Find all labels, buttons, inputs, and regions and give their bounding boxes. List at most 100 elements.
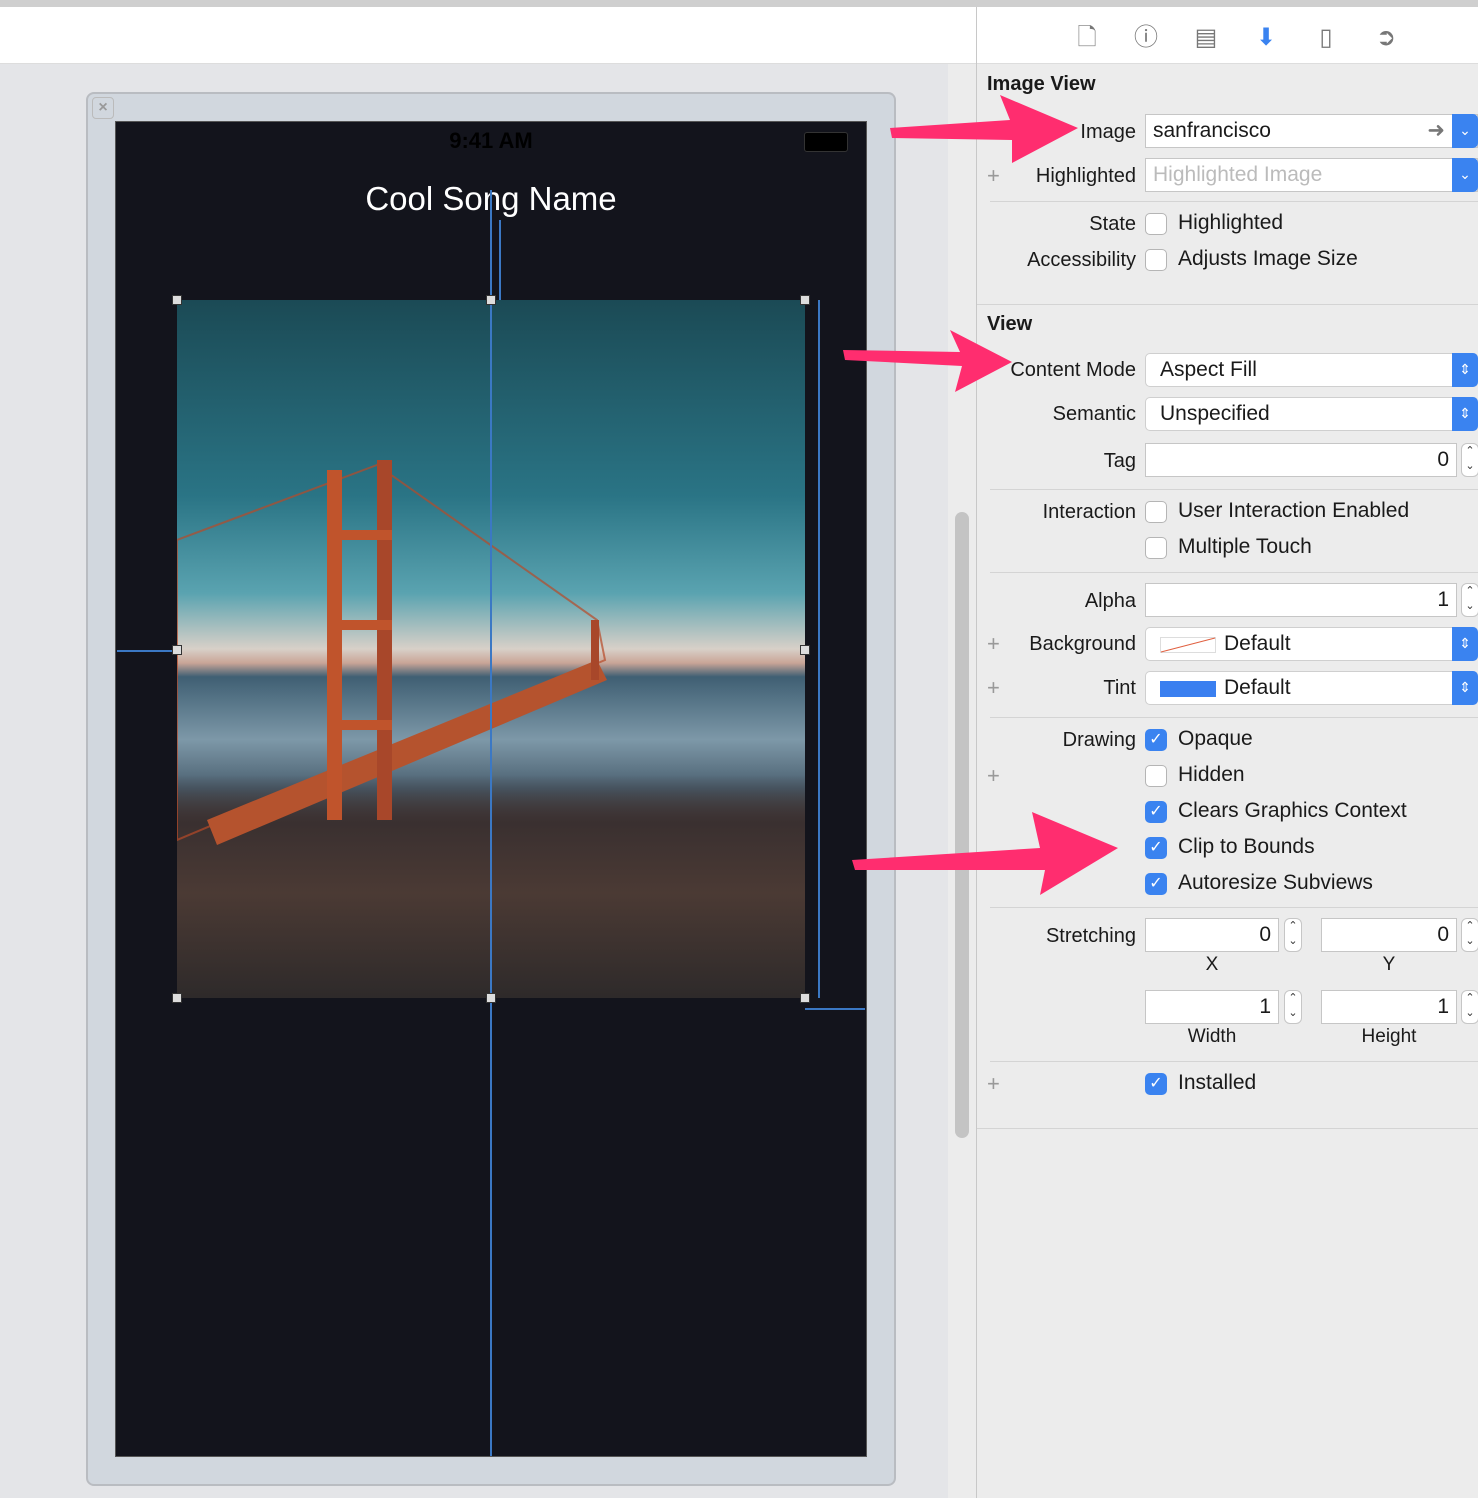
- semantic-value: Unspecified: [1160, 402, 1270, 425]
- hidden-text: Hidden: [1178, 763, 1245, 786]
- autoresize-subviews-text: Autoresize Subviews: [1178, 871, 1373, 894]
- status-bar-time: 9:41 AM: [449, 128, 533, 153]
- y-caption: Y: [1382, 954, 1396, 975]
- section-view: View: [987, 313, 1033, 335]
- divider: [977, 1128, 1478, 1129]
- size-inspector-icon[interactable]: ▯: [1311, 22, 1341, 54]
- highlighted-placeholder: Highlighted Image: [1153, 163, 1323, 186]
- alpha-label: Alpha: [1084, 590, 1136, 612]
- resize-handle[interactable]: [486, 295, 496, 305]
- height-caption: Height: [1361, 1026, 1417, 1047]
- x-caption: X: [1205, 954, 1219, 975]
- stretch-width-field[interactable]: 1: [1145, 990, 1279, 1024]
- go-arrow-icon[interactable]: ➜: [1427, 115, 1445, 147]
- stretch-x-field[interactable]: 0: [1145, 918, 1279, 952]
- user-interaction-text: User Interaction Enabled: [1178, 499, 1410, 522]
- resize-handle[interactable]: [172, 295, 182, 305]
- clip-to-bounds-text: Clip to Bounds: [1178, 835, 1315, 858]
- updown-chevron-icon: ⇕: [1452, 397, 1478, 431]
- user-interaction-checkbox[interactable]: [1145, 501, 1167, 523]
- divider: [990, 572, 1478, 573]
- stretch-width-stepper[interactable]: ⌃ ⌄: [1284, 990, 1302, 1024]
- center-x-guide: [490, 190, 492, 1456]
- clip-to-bounds-checkbox[interactable]: ✓: [1145, 837, 1167, 859]
- divider: [990, 907, 1478, 908]
- opaque-text: Opaque: [1178, 727, 1253, 750]
- state-label: State: [1089, 213, 1136, 235]
- file-inspector-icon[interactable]: 🗋: [1072, 22, 1102, 54]
- divider: [977, 304, 1478, 305]
- stretch-y-field[interactable]: 0: [1321, 918, 1457, 952]
- stretch-height-field[interactable]: 1: [1321, 990, 1457, 1024]
- content-mode-value: Aspect Fill: [1160, 358, 1257, 381]
- highlighted-label: Highlighted: [1035, 165, 1136, 187]
- installed-text: Installed: [1178, 1071, 1257, 1094]
- background-value: Default: [1224, 632, 1291, 655]
- adjusts-image-size-checkbox[interactable]: [1145, 249, 1167, 271]
- top-spacing-constraint[interactable]: [499, 220, 501, 300]
- alpha-field[interactable]: 1: [1145, 583, 1457, 617]
- quick-help-icon[interactable]: ⓘ: [1131, 22, 1161, 54]
- interaction-label: Interaction: [1042, 501, 1136, 523]
- chevron-down-icon[interactable]: ⌄: [1452, 114, 1478, 148]
- identity-inspector-icon[interactable]: ▤: [1191, 22, 1221, 54]
- resize-handle[interactable]: [800, 645, 810, 655]
- background-popup[interactable]: Default ⇕: [1145, 627, 1478, 661]
- width-caption: Width: [1187, 1026, 1237, 1047]
- highlighted-image-combobox[interactable]: Highlighted Image ⌄: [1145, 158, 1478, 192]
- resize-handle[interactable]: [486, 993, 496, 1003]
- attributes-inspector-icon[interactable]: ⬇: [1251, 22, 1281, 54]
- height-constraint[interactable]: [818, 300, 820, 998]
- image-label: Image: [1080, 121, 1136, 143]
- multiple-touch-text: Multiple Touch: [1178, 535, 1312, 558]
- battery-icon: [804, 132, 848, 152]
- semantic-label: Semantic: [1052, 403, 1136, 425]
- chevron-down-icon[interactable]: ⌄: [1452, 158, 1478, 192]
- resize-handle[interactable]: [172, 645, 182, 655]
- updown-chevron-icon: ⇕: [1452, 627, 1478, 661]
- autoresize-subviews-checkbox[interactable]: ✓: [1145, 873, 1167, 895]
- semantic-popup[interactable]: Unspecified ⇕: [1145, 397, 1478, 431]
- tint-label: Tint: [1103, 677, 1136, 699]
- connections-inspector-icon[interactable]: ➲: [1371, 22, 1401, 54]
- window-top-edge: [0, 0, 1478, 7]
- resize-handle[interactable]: [172, 993, 182, 1003]
- divider: [990, 717, 1478, 718]
- content-mode-popup[interactable]: Aspect Fill ⇕: [1145, 353, 1478, 387]
- hidden-checkbox[interactable]: [1145, 765, 1167, 787]
- updown-chevron-icon: ⇕: [1452, 671, 1478, 705]
- tag-stepper[interactable]: ⌃ ⌄: [1461, 443, 1478, 477]
- drawing-label: Drawing: [1062, 729, 1136, 751]
- clears-graphics-context-checkbox[interactable]: ✓: [1145, 801, 1167, 823]
- stretch-height-stepper[interactable]: ⌃ ⌄: [1461, 990, 1478, 1024]
- opaque-checkbox[interactable]: ✓: [1145, 729, 1167, 751]
- add-variation-icon[interactable]: +: [987, 763, 1000, 789]
- leading-constraint[interactable]: [117, 650, 177, 652]
- accessibility-label: Accessibility: [1027, 249, 1136, 271]
- canvas-header: [0, 7, 976, 64]
- tint-value: Default: [1224, 676, 1291, 699]
- add-variation-icon[interactable]: +: [987, 1071, 1000, 1097]
- installed-checkbox[interactable]: ✓: [1145, 1073, 1167, 1095]
- alpha-stepper[interactable]: ⌃ ⌄: [1461, 583, 1478, 617]
- tag-field[interactable]: 0: [1145, 443, 1457, 477]
- trailing-constraint[interactable]: [805, 1008, 865, 1010]
- default-color-swatch: [1160, 637, 1216, 653]
- adjusts-image-size-text: Adjusts Image Size: [1178, 247, 1358, 270]
- stretch-x-stepper[interactable]: ⌃ ⌄: [1284, 918, 1302, 952]
- state-highlighted-checkbox[interactable]: [1145, 213, 1167, 235]
- updown-chevron-icon: ⇕: [1452, 353, 1478, 387]
- stretching-label: Stretching: [1045, 925, 1136, 947]
- close-scene-icon[interactable]: ×: [92, 97, 114, 119]
- state-highlighted-text: Highlighted: [1178, 211, 1284, 234]
- stretch-y-stepper[interactable]: ⌃ ⌄: [1461, 918, 1478, 952]
- multiple-touch-checkbox[interactable]: [1145, 537, 1167, 559]
- resize-handle[interactable]: [800, 295, 810, 305]
- tint-popup[interactable]: Default ⇕: [1145, 671, 1478, 705]
- content-mode-label: Content Mode: [1010, 359, 1136, 381]
- section-image-view: Image View: [987, 73, 1096, 95]
- inspector-selector-bar: [977, 7, 1478, 64]
- resize-handle[interactable]: [800, 993, 810, 1003]
- image-combobox[interactable]: sanfrancisco ➜ ⌄: [1145, 114, 1478, 148]
- tag-label: Tag: [1103, 450, 1136, 472]
